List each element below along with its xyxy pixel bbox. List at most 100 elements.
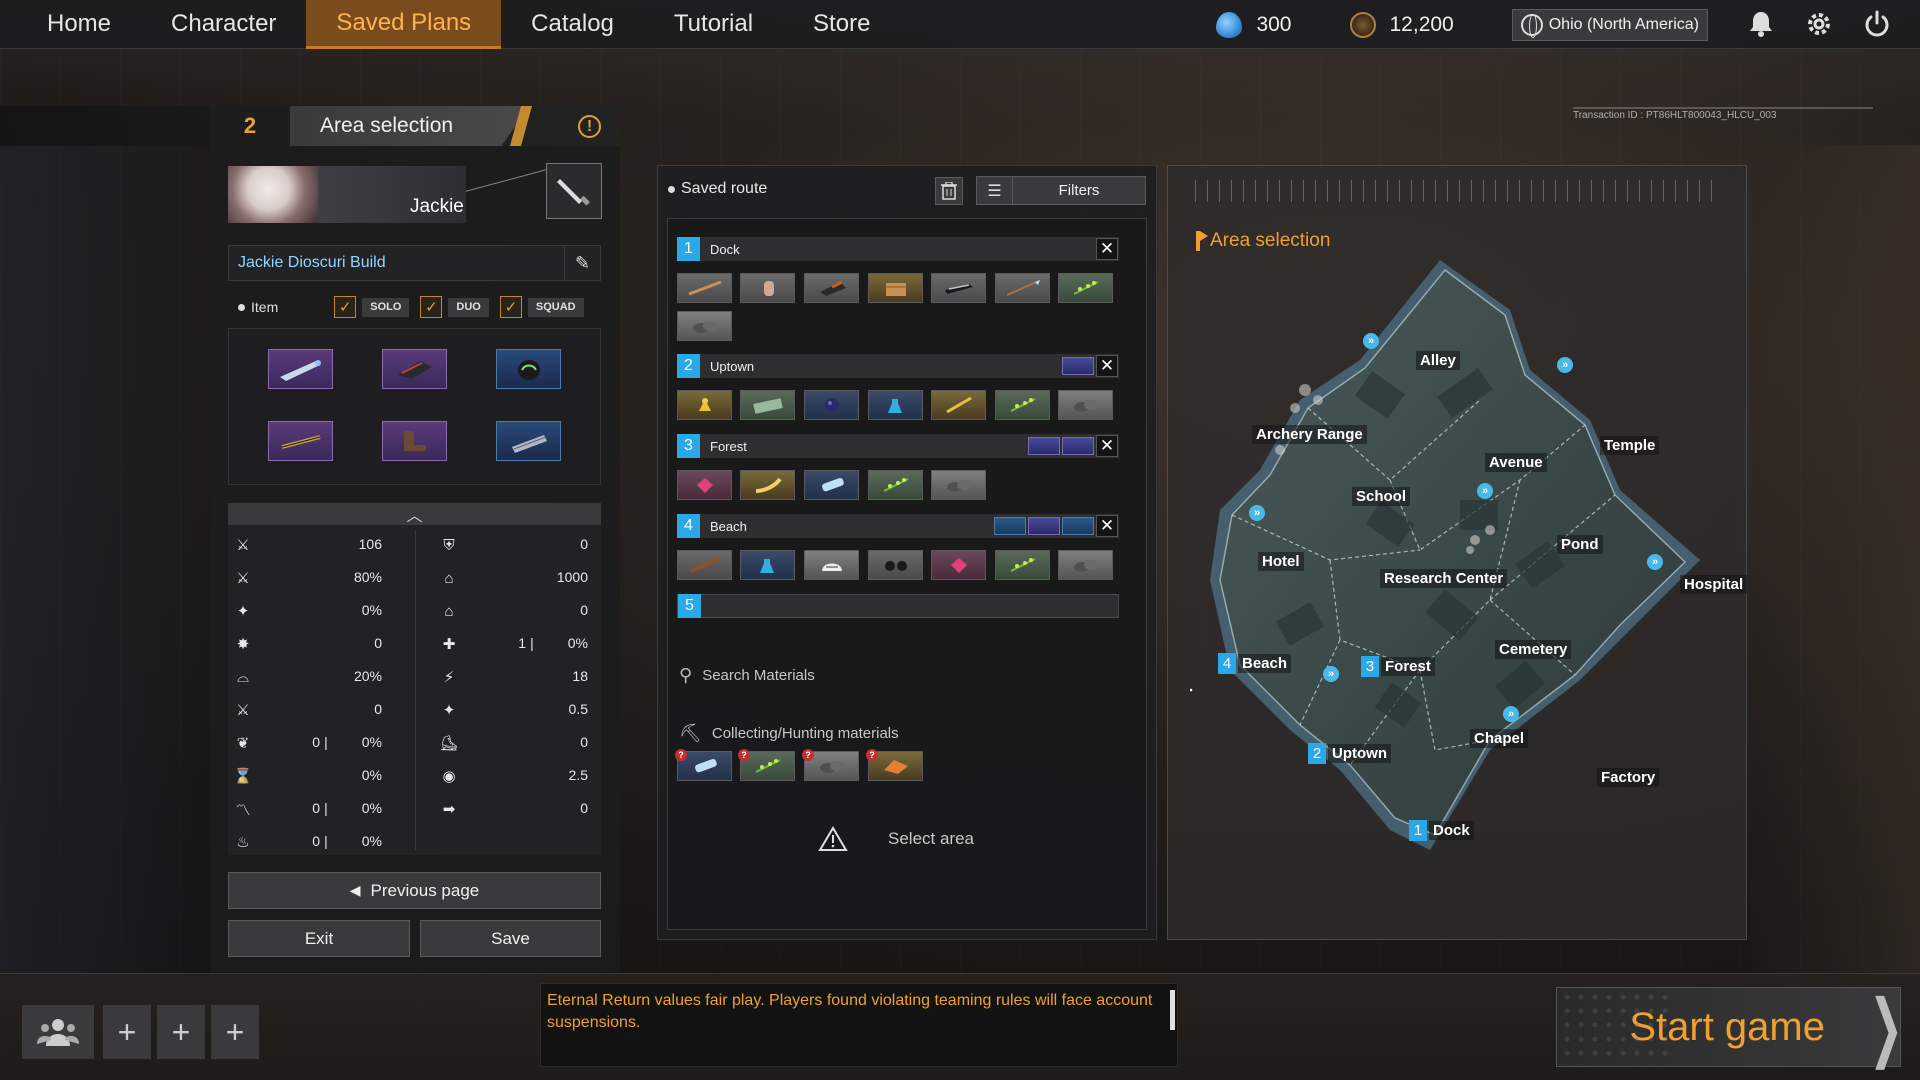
map-label-school[interactable]: School: [1352, 487, 1411, 506]
material-bottle[interactable]: [868, 390, 923, 420]
material-dagger[interactable]: [931, 273, 986, 303]
material-whetstone[interactable]: [804, 273, 859, 303]
info-alert-icon[interactable]: !: [578, 115, 601, 138]
material-spear[interactable]: [995, 273, 1050, 303]
previous-page-button[interactable]: ◀ Previous page: [228, 872, 601, 909]
map-label-archery-range[interactable]: Archery Range: [1252, 425, 1367, 444]
route-area-uptown[interactable]: 2 Uptown ✕: [677, 354, 1119, 378]
equip-slot-armor[interactable]: [382, 349, 447, 389]
material-stone[interactable]: [931, 470, 986, 500]
map-label-uptown[interactable]: Uptown: [1328, 744, 1391, 763]
tab-home[interactable]: Home: [0, 0, 141, 49]
close-icon[interactable]: ✕: [1096, 515, 1118, 537]
material-orb[interactable]: [804, 390, 859, 420]
map-label-hospital[interactable]: Hospital: [1680, 575, 1748, 594]
material-bat[interactable]: [677, 550, 732, 580]
material-herb[interactable]: [995, 550, 1050, 580]
add-party-slot-plus-icon[interactable]: +: [211, 1005, 259, 1059]
close-icon[interactable]: ✕: [1096, 238, 1118, 260]
map-label-forest[interactable]: Forest: [1381, 657, 1435, 676]
map-label-pond[interactable]: Pond: [1557, 535, 1603, 554]
power-icon[interactable]: [1862, 10, 1892, 40]
map-label-beach[interactable]: Beach: [1238, 654, 1292, 673]
hyperloop-icon[interactable]: »: [1363, 333, 1379, 349]
collapse-chevron-icon[interactable]: ︿: [228, 503, 601, 525]
tab-character[interactable]: Character: [141, 0, 306, 49]
material-stone[interactable]: [677, 311, 732, 341]
route-area-empty[interactable]: 5: [677, 594, 1119, 618]
exit-button[interactable]: Exit: [228, 920, 410, 957]
tab-catalog[interactable]: Catalog: [501, 0, 644, 49]
equip-slot-accessory[interactable]: [496, 421, 561, 461]
route-area-dock[interactable]: 1 Dock ✕: [677, 237, 1119, 261]
material-gem[interactable]: [931, 550, 986, 580]
material-tube[interactable]: [804, 470, 859, 500]
material-herb[interactable]: [1058, 273, 1113, 303]
map-label-research-center[interactable]: Research Center: [1380, 569, 1508, 588]
weapon-type-button[interactable]: [546, 163, 602, 219]
mode-solo[interactable]: ✓ SOLO: [334, 296, 410, 318]
party-icon[interactable]: [22, 1005, 94, 1059]
hyperloop-icon[interactable]: »: [1503, 706, 1519, 722]
stat-defense: ⛨: [440, 534, 458, 556]
helmet-icon: [517, 360, 540, 380]
material-herb[interactable]: [868, 470, 923, 500]
checkbox-checked-icon[interactable]: ✓: [420, 296, 443, 318]
map-label-avenue[interactable]: Avenue: [1485, 453, 1547, 472]
hyperloop-icon[interactable]: »: [1557, 357, 1573, 373]
hyperloop-icon[interactable]: »: [1647, 554, 1663, 570]
map-label-hotel[interactable]: Hotel: [1258, 552, 1304, 571]
route-area-forest[interactable]: 3 Forest ✕: [677, 434, 1119, 458]
map-label-dock[interactable]: Dock: [1429, 821, 1474, 840]
close-icon[interactable]: ✕: [1096, 355, 1118, 377]
mode-squad[interactable]: ✓ SQUAD: [499, 296, 584, 318]
checkbox-checked-icon[interactable]: ✓: [334, 296, 357, 318]
material-binoculars[interactable]: [868, 550, 923, 580]
tab-store[interactable]: Store: [783, 0, 900, 49]
close-icon[interactable]: ✕: [1096, 435, 1118, 457]
hyperloop-icon[interactable]: »: [1249, 505, 1265, 521]
hyperloop-icon[interactable]: »: [1477, 483, 1493, 499]
map-label-temple[interactable]: Temple: [1600, 436, 1660, 455]
map-label-factory[interactable]: Factory: [1597, 768, 1660, 787]
material-gem[interactable]: [677, 470, 732, 500]
material-bottle[interactable]: [740, 550, 795, 580]
material-herb[interactable]: [995, 390, 1050, 420]
trash-icon[interactable]: [935, 177, 963, 205]
material-fabric[interactable]: [740, 390, 795, 420]
material-box[interactable]: [868, 273, 923, 303]
material-stone[interactable]: [1058, 390, 1113, 420]
edit-pencil-icon[interactable]: ✎: [564, 245, 600, 281]
equip-slot-head[interactable]: [496, 349, 561, 389]
add-party-slot-plus-icon[interactable]: +: [157, 1005, 205, 1059]
hyperloop-icon[interactable]: »: [1323, 666, 1339, 682]
map-label-cemetery[interactable]: Cemetery: [1495, 640, 1572, 659]
add-party-slot-plus-icon[interactable]: +: [103, 1005, 151, 1059]
route-area-beach[interactable]: 4 Beach ✕: [677, 514, 1119, 538]
tab-tutorial[interactable]: Tutorial: [644, 0, 783, 49]
notice-scrollbar[interactable]: [1170, 990, 1175, 1030]
material-flower[interactable]: [677, 390, 732, 420]
region-selector[interactable]: Ohio (North America): [1511, 8, 1708, 41]
equip-slot-leg[interactable]: [382, 421, 447, 461]
material-pen[interactable]: [931, 390, 986, 420]
build-name-row[interactable]: Jackie Dioscuri Build ✎: [228, 245, 601, 281]
search-icon: ⚲: [679, 665, 693, 685]
equip-slot-weapon[interactable]: [268, 349, 333, 389]
material-glove[interactable]: [740, 273, 795, 303]
material-stone[interactable]: [1058, 550, 1113, 580]
gear-icon[interactable]: [1804, 10, 1834, 40]
bell-icon[interactable]: [1746, 10, 1776, 40]
filters-button[interactable]: ☰ Filters: [976, 176, 1146, 205]
mode-duo[interactable]: ✓ DUO: [420, 296, 489, 318]
equip-slot-arm[interactable]: [268, 421, 333, 461]
material-helmet[interactable]: [804, 550, 859, 580]
save-button[interactable]: Save: [420, 920, 601, 957]
tab-saved-plans[interactable]: Saved Plans: [306, 0, 502, 49]
map-label-chapel[interactable]: Chapel: [1470, 729, 1529, 748]
checkbox-checked-icon[interactable]: ✓: [499, 296, 522, 318]
material-banana[interactable]: [740, 470, 795, 500]
map-label-alley[interactable]: Alley: [1416, 351, 1460, 370]
search-materials-button[interactable]: ⚲ Search Materials: [679, 665, 815, 686]
material-stick[interactable]: [677, 273, 732, 303]
